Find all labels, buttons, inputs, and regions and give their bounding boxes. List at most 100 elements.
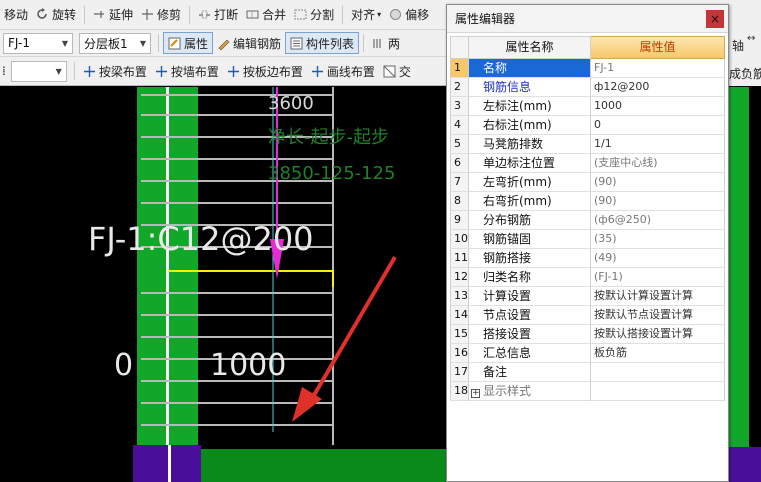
gen-negative-rebar-button[interactable]: 成负筋 [729,65,761,82]
by-beam-button[interactable]: 按梁布置 [79,60,151,82]
property-row[interactable]: 16 汇总信息 板负筋 [450,344,725,363]
two-point-icon [372,37,385,50]
property-name-text: 显示样式 [483,384,532,398]
property-row[interactable]: 11 钢筋搭接 (49) [450,249,725,268]
cross-layout-icon [383,65,396,78]
axis-line-white-lower [168,445,171,482]
property-row[interactable]: 5 马凳筋排数 1/1 [450,135,725,154]
property-value[interactable]: 板负筋 [591,344,725,363]
move-button[interactable]: 移动 [0,4,32,26]
slab-edge-layout-icon [227,65,240,78]
by-slab-edge-label: 按板边布置 [242,64,303,79]
dimension-icon[interactable]: ↔ [747,33,755,44]
by-slab-edge-button[interactable]: 按板边布置 [223,60,307,82]
property-value[interactable]: (90) [591,173,725,192]
close-button[interactable]: × [706,9,724,28]
property-value[interactable]: (35) [591,230,725,249]
property-value[interactable]: 1/1 [591,135,725,154]
property-row[interactable]: 13 计算设置 按默认计算设置计算 [450,287,725,306]
wall-layout-icon [155,65,168,78]
property-value[interactable]: (支座中心线) [591,154,725,173]
row-number: 17 [450,363,469,382]
draw-line-button[interactable]: 画线布置 [307,60,379,82]
property-value[interactable]: (ф6@250) [591,211,725,230]
split-icon [294,8,307,21]
grip-icon: ⁞ [2,64,6,78]
property-value[interactable]: ф12@200 [591,78,725,97]
row-number: 8 [450,192,469,211]
property-row[interactable]: 8 右弯折(mm) (90) [450,192,725,211]
header-value: 属性值 [591,36,725,59]
rotate-button[interactable]: 旋转 [32,4,80,26]
chevron-down-icon: ▼ [55,66,62,76]
chevron-down-icon: ▼ [139,38,146,48]
property-value[interactable] [591,382,725,401]
property-row[interactable]: 1 名称 FJ-1 [450,59,725,78]
row-number: 11 [450,249,469,268]
row-number: 6 [450,154,469,173]
offset-icon [389,8,402,21]
cross-button[interactable]: 交 [379,60,415,82]
property-value[interactable]: (49) [591,249,725,268]
row-number: 12 [450,268,469,287]
offset-button[interactable]: 偏移 [385,4,433,26]
property-row[interactable]: 4 右标注(mm) 0 [450,116,725,135]
properties-button[interactable]: 属性 [163,32,214,54]
extend-button[interactable]: 延伸 [89,4,137,26]
trim-label: 修剪 [157,8,182,22]
trim-button[interactable]: 修剪 [137,4,185,26]
property-value[interactable]: 按默认计算设置计算 [591,287,725,306]
separator [158,34,159,52]
layout-mode-select[interactable]: ▼ [10,60,67,82]
property-value[interactable]: 按默认节点设置计算 [591,306,725,325]
expand-icon[interactable]: + [471,389,480,398]
draw-line-icon [311,65,324,78]
properties-label: 属性 [184,36,209,51]
property-value[interactable]: 按默认搭接设置计算 [591,325,725,344]
axis-button[interactable]: 轴 [732,37,744,54]
property-value[interactable]: (FJ-1) [591,268,725,287]
break-button[interactable]: 打断 [194,4,242,26]
property-row[interactable]: 18 + 显示样式 [450,382,725,401]
property-row[interactable]: 7 左弯折(mm) (90) [450,173,725,192]
break-icon [198,8,211,21]
by-beam-label: 按梁布置 [98,64,147,79]
two-point-button[interactable]: 两 [368,32,404,54]
property-name: 节点设置 [469,306,591,325]
property-row[interactable]: 2 钢筋信息 ф12@200 [450,78,725,97]
row-number: 2 [450,78,469,97]
split-button[interactable]: 分割 [290,4,338,26]
property-editor-panel: 属性编辑器 × 属性名称 属性值 1 名称 FJ-1 2 钢筋信息 ф12@200 3 左标注… [446,4,729,482]
split-label: 分割 [310,8,335,22]
grid-header: 属性名称 属性值 [450,36,725,59]
property-value[interactable]: FJ-1 [591,59,725,78]
by-wall-button[interactable]: 按墙布置 [151,60,223,82]
edit-rebar-button[interactable]: 编辑钢筋 [213,32,285,54]
left-mark: 0 [114,348,133,383]
property-row[interactable]: 14 节点设置 按默认节点设置计算 [450,306,725,325]
property-row[interactable]: 3 左标注(mm) 1000 [450,97,725,116]
property-value[interactable]: (90) [591,192,725,211]
layer-select[interactable]: 分层板1 ▼ [79,32,151,54]
property-row[interactable]: 15 搭接设置 按默认搭接设置计算 [450,325,725,344]
component-select[interactable]: FJ-1 ▼ [3,32,73,54]
row-number: 14 [450,306,469,325]
property-row[interactable]: 17 备注 [450,363,725,382]
merge-button[interactable]: 合并 [242,4,290,26]
separator [189,5,191,24]
move-label: 移动 [4,8,29,22]
cross-label: 交 [398,64,411,79]
align-button[interactable]: 对齐 ▾ [347,4,385,26]
draw-line-label: 画线布置 [326,64,375,79]
property-row[interactable]: 10 钢筋锚固 (35) [450,230,725,249]
property-value[interactable] [591,363,725,382]
property-value[interactable]: 0 [591,116,725,135]
panel-title-bar[interactable]: 属性编辑器 × [447,5,728,33]
property-value[interactable]: 1000 [591,97,725,116]
property-row[interactable]: 12 归类名称 (FJ-1) [450,268,725,287]
property-row[interactable]: 9 分布钢筋 (ф6@250) [450,211,725,230]
component-list-button[interactable]: 构件列表 [285,32,360,54]
separator [342,5,344,24]
property-row[interactable]: 6 单边标注位置 (支座中心线) [450,154,725,173]
row-number: 4 [450,116,469,135]
